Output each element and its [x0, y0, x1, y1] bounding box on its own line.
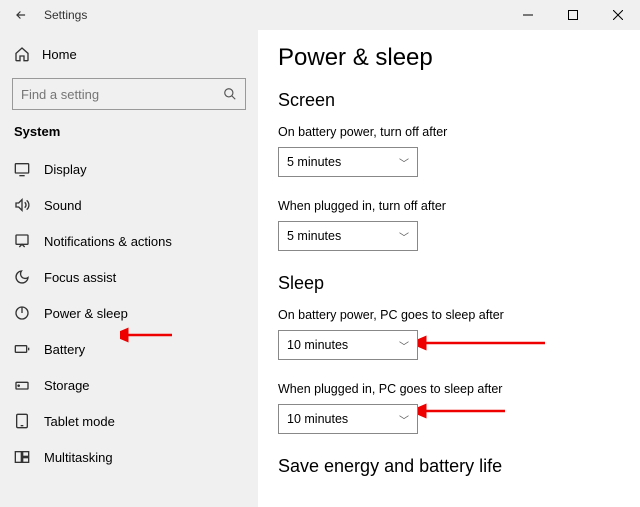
nav-label: Power & sleep: [44, 306, 128, 321]
nav-tablet-mode[interactable]: Tablet mode: [0, 403, 258, 439]
sleep-battery-label: On battery power, PC goes to sleep after: [278, 308, 620, 322]
nav-label: Battery: [44, 342, 85, 357]
chevron-down-icon: ﹀: [399, 155, 409, 170]
titlebar: Settings: [0, 0, 640, 30]
nav-label: Display: [44, 162, 87, 177]
nav-notifications[interactable]: Notifications & actions: [0, 223, 258, 259]
nav-label: Storage: [44, 378, 90, 393]
nav-sound[interactable]: Sound: [0, 187, 258, 223]
display-icon: [14, 161, 30, 177]
sleep-plugged-label: When plugged in, PC goes to sleep after: [278, 382, 620, 396]
nav-label: Multitasking: [44, 450, 113, 465]
select-value: 10 minutes: [287, 338, 348, 352]
section-heading-sleep: Sleep: [278, 273, 620, 294]
nav-label: Notifications & actions: [44, 234, 172, 249]
minimize-button[interactable]: [505, 0, 550, 30]
sidebar: Home System Display Sound Notifications …: [0, 30, 258, 507]
screen-plugged-select[interactable]: 5 minutes ﹀: [278, 221, 418, 251]
chevron-down-icon: ﹀: [399, 412, 409, 427]
screen-battery-label: On battery power, turn off after: [278, 125, 620, 139]
nav-multitasking[interactable]: Multitasking: [0, 439, 258, 475]
nav-label: Focus assist: [44, 270, 116, 285]
category-label: System: [0, 120, 258, 151]
search-icon: [223, 87, 237, 101]
nav-focus-assist[interactable]: Focus assist: [0, 259, 258, 295]
nav-power-sleep[interactable]: Power & sleep: [0, 295, 258, 331]
close-button[interactable]: [595, 0, 640, 30]
home-link[interactable]: Home: [0, 38, 258, 70]
sleep-battery-select[interactable]: 10 minutes ﹀: [278, 330, 418, 360]
screen-plugged-label: When plugged in, turn off after: [278, 199, 620, 213]
focus-assist-icon: [14, 269, 30, 285]
page-title: Power & sleep: [278, 44, 620, 72]
search-box[interactable]: [12, 78, 246, 110]
notifications-icon: [14, 233, 30, 249]
nav-display[interactable]: Display: [0, 151, 258, 187]
screen-battery-select[interactable]: 5 minutes ﹀: [278, 147, 418, 177]
select-value: 5 minutes: [287, 229, 341, 243]
multitasking-icon: [14, 449, 30, 465]
sleep-plugged-select[interactable]: 10 minutes ﹀: [278, 404, 418, 434]
select-value: 10 minutes: [287, 412, 348, 426]
window-title: Settings: [44, 8, 87, 22]
back-button[interactable]: [6, 8, 36, 22]
nav-battery[interactable]: Battery: [0, 331, 258, 367]
content-pane: Power & sleep Screen On battery power, t…: [258, 30, 640, 507]
home-label: Home: [42, 47, 77, 62]
nav-label: Tablet mode: [44, 414, 115, 429]
power-icon: [14, 305, 30, 321]
search-input[interactable]: [21, 87, 223, 102]
tablet-icon: [14, 413, 30, 429]
storage-icon: [14, 377, 30, 393]
home-icon: [14, 46, 30, 62]
sound-icon: [14, 197, 30, 213]
nav-label: Sound: [44, 198, 82, 213]
nav-storage[interactable]: Storage: [0, 367, 258, 403]
chevron-down-icon: ﹀: [399, 229, 409, 244]
select-value: 5 minutes: [287, 155, 341, 169]
battery-icon: [14, 341, 30, 357]
section-heading-energy: Save energy and battery life: [278, 456, 620, 477]
maximize-button[interactable]: [550, 0, 595, 30]
chevron-down-icon: ﹀: [399, 338, 409, 353]
section-heading-screen: Screen: [278, 90, 620, 111]
